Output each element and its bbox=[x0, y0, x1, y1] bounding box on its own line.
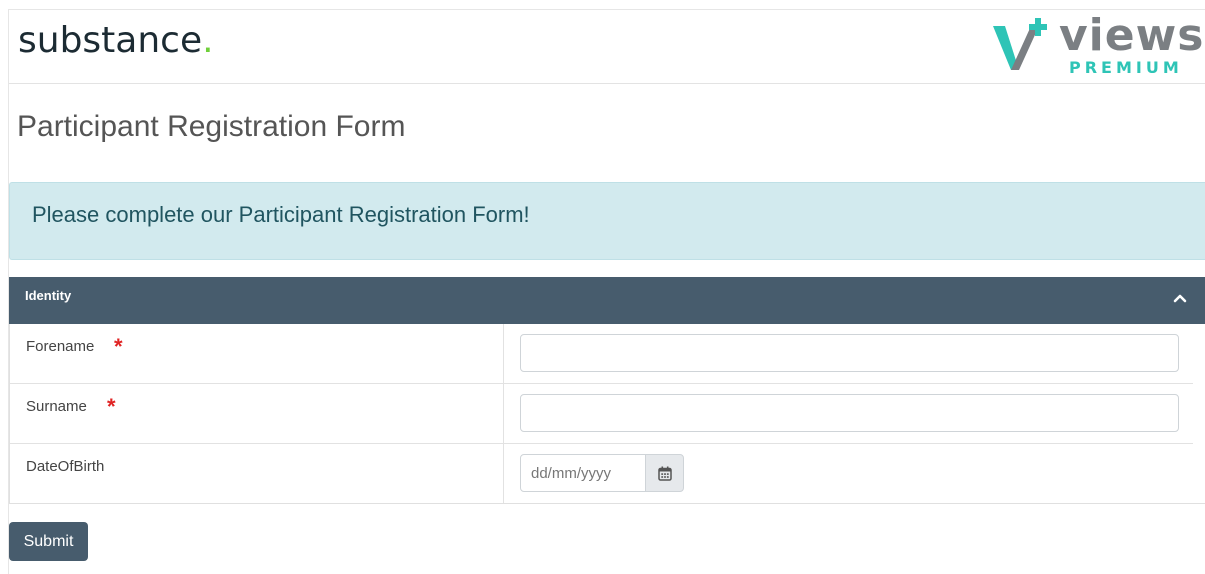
submit-button[interactable]: Submit bbox=[9, 522, 88, 561]
forename-input[interactable] bbox=[520, 334, 1179, 372]
forename-label-cell: Forename * bbox=[10, 324, 504, 383]
views-premium-logo: views PREMIUM bbox=[991, 10, 1203, 78]
page-title: Participant Registration Form bbox=[17, 110, 406, 143]
info-alert: Please complete our Participant Registra… bbox=[9, 182, 1205, 260]
views-logo-text: views bbox=[1059, 10, 1205, 61]
calendar-icon bbox=[657, 466, 672, 481]
identity-panel: Identity Forename * Surname * DateOfBirt… bbox=[9, 277, 1205, 504]
substance-logo-text: substance bbox=[18, 20, 203, 61]
substance-logo-dot: . bbox=[202, 20, 214, 61]
chevron-up-icon[interactable] bbox=[1173, 291, 1187, 305]
surname-label: Surname bbox=[26, 398, 87, 415]
substance-logo: substance. bbox=[18, 20, 214, 61]
header: substance. views PREMIUM bbox=[9, 10, 1205, 84]
dateofbirth-label: DateOfBirth bbox=[26, 458, 105, 475]
dateofbirth-row: DateOfBirth bbox=[10, 444, 1193, 504]
required-marker: * bbox=[114, 334, 123, 359]
identity-panel-heading[interactable]: Identity bbox=[9, 277, 1205, 324]
surname-input[interactable] bbox=[520, 394, 1179, 432]
dateofbirth-input[interactable] bbox=[520, 454, 646, 492]
panel-title: Identity bbox=[25, 288, 72, 303]
page-frame: substance. views PREMIUM Participant Reg… bbox=[8, 9, 1205, 574]
forename-row: Forename * bbox=[10, 324, 1193, 384]
premium-logo-text: PREMIUM bbox=[1069, 58, 1183, 77]
surname-row: Surname * bbox=[10, 384, 1193, 444]
calendar-button[interactable] bbox=[645, 454, 684, 492]
forename-label: Forename bbox=[26, 338, 95, 355]
dateofbirth-field bbox=[520, 454, 684, 492]
views-v-mark-icon bbox=[993, 18, 1047, 70]
required-marker: * bbox=[107, 394, 116, 419]
dateofbirth-label-cell: DateOfBirth bbox=[10, 444, 504, 503]
alert-message: Please complete our Participant Registra… bbox=[32, 202, 530, 227]
surname-label-cell: Surname * bbox=[10, 384, 504, 443]
